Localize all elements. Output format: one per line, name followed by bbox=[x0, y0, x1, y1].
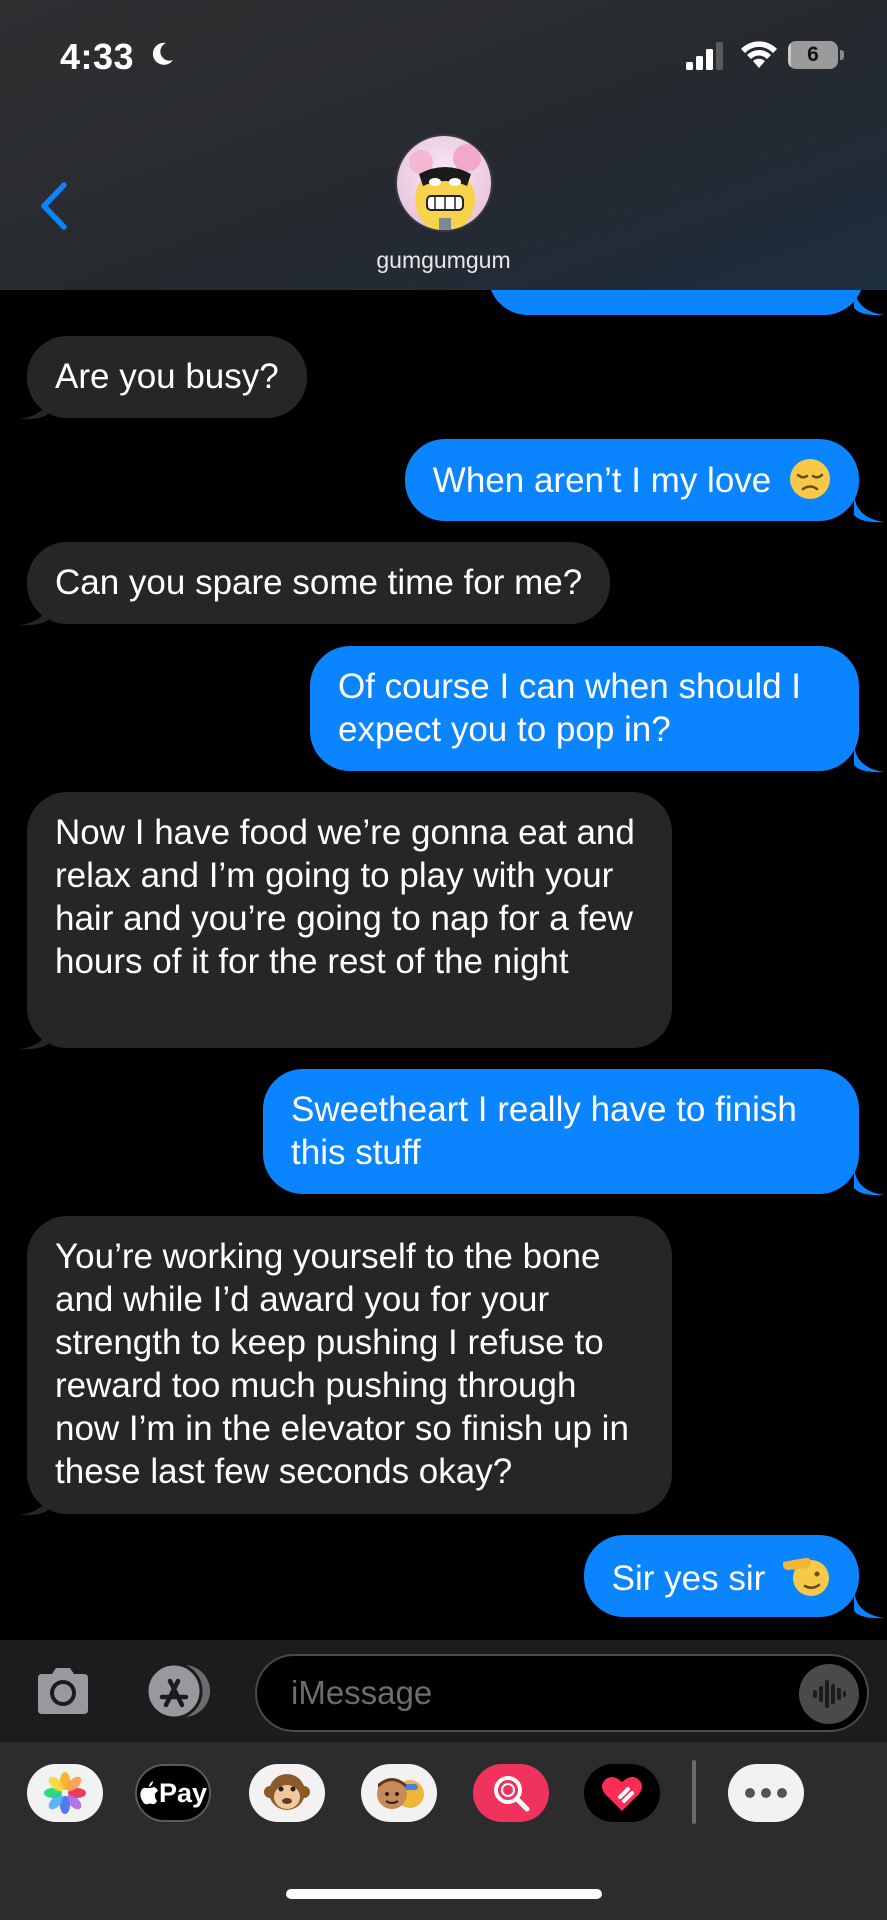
avatar-image bbox=[409, 144, 481, 230]
contact-avatar[interactable] bbox=[395, 134, 493, 232]
photos-icon bbox=[44, 1772, 86, 1814]
message-bubble-outgoing[interactable]: Of course I can when should I expect you… bbox=[310, 646, 859, 771]
status-time: 4:33 bbox=[60, 36, 135, 77]
message-input[interactable] bbox=[291, 1656, 771, 1730]
battery-level: 6 bbox=[807, 43, 819, 66]
message-text: Now I have food we’re gonna eat and rela… bbox=[55, 813, 635, 981]
compose-bar bbox=[0, 1640, 887, 1742]
message-field[interactable] bbox=[255, 1654, 869, 1732]
battery-icon: 6 bbox=[788, 41, 844, 69]
photos-app-button[interactable] bbox=[27, 1764, 103, 1822]
app-drawer-divider bbox=[692, 1760, 696, 1824]
image-search-icon bbox=[494, 1776, 530, 1812]
bubble-tail bbox=[20, 594, 50, 626]
home-indicator[interactable] bbox=[286, 1889, 602, 1899]
more-apps-button[interactable] bbox=[728, 1764, 804, 1822]
disappointed-face-icon bbox=[790, 459, 830, 499]
message-bubble-incoming[interactable]: Can you spare some time for me? bbox=[27, 542, 611, 624]
message-text: You’re working yourself to the bone and … bbox=[55, 1237, 629, 1491]
bubble-tail bbox=[20, 1484, 50, 1516]
messages-screen: Are you busy? When aren’t I my love Can … bbox=[0, 0, 887, 1920]
message-bubble-incoming[interactable]: Are you busy? bbox=[27, 336, 307, 418]
camera-icon[interactable] bbox=[34, 1664, 92, 1718]
bubble-tail bbox=[854, 1164, 884, 1196]
message-bubble-incoming[interactable]: Now I have food we’re gonna eat and rela… bbox=[27, 792, 672, 1048]
message-bubble-outgoing[interactable]: When aren’t I my love bbox=[404, 439, 859, 521]
memoji-app-button[interactable] bbox=[249, 1764, 325, 1822]
message-text: Are you busy? bbox=[55, 357, 279, 396]
memoji-monkey-icon bbox=[264, 1774, 310, 1810]
message-bubble-incoming[interactable]: You’re working yourself to the bone and … bbox=[27, 1216, 672, 1514]
audio-message-button[interactable] bbox=[799, 1664, 859, 1724]
contact-name[interactable]: gumgumgum bbox=[0, 247, 887, 274]
waveform-icon bbox=[813, 1680, 846, 1708]
message-text: Of course I can when should I expect you… bbox=[338, 667, 802, 749]
image-search-app-button[interactable] bbox=[473, 1764, 549, 1822]
saluting-face-icon bbox=[783, 1557, 829, 1596]
cellular-signal-icon bbox=[686, 42, 723, 70]
message-text: When aren’t I my love bbox=[432, 461, 772, 500]
message-bubble-outgoing[interactable]: Sweetheart I really have to finish this … bbox=[263, 1069, 859, 1194]
message-text: Sir yes sir bbox=[611, 1559, 766, 1598]
message-bubble-outgoing[interactable]: Sir yes sir bbox=[583, 1535, 859, 1617]
bubble-tail bbox=[20, 1018, 50, 1050]
more-icon bbox=[745, 1788, 755, 1798]
wifi-icon bbox=[741, 41, 777, 68]
bubble-tail bbox=[854, 741, 884, 773]
bubble-tail bbox=[20, 388, 50, 420]
digital-touch-icon bbox=[602, 1776, 642, 1811]
apple-pay-button[interactable]: Pay bbox=[135, 1764, 211, 1822]
bubble-tail bbox=[854, 1587, 884, 1619]
app-store-icon[interactable] bbox=[142, 1661, 214, 1721]
back-chevron-icon[interactable] bbox=[36, 180, 72, 232]
memoji-stickers-icon bbox=[377, 1778, 424, 1809]
digital-touch-app-button[interactable] bbox=[584, 1764, 660, 1822]
apple-pay-label: Pay bbox=[158, 1777, 208, 1808]
bubble-tail bbox=[854, 491, 884, 523]
apple-logo-icon bbox=[140, 1781, 158, 1805]
conversation-header: 4:33 6 gumgumgum bbox=[0, 0, 887, 290]
message-text: Can you spare some time for me? bbox=[55, 563, 583, 602]
message-text: Sweetheart I really have to finish this … bbox=[291, 1090, 797, 1172]
focus-moon-icon bbox=[152, 42, 173, 65]
memoji-stickers-app-button[interactable] bbox=[361, 1764, 437, 1822]
